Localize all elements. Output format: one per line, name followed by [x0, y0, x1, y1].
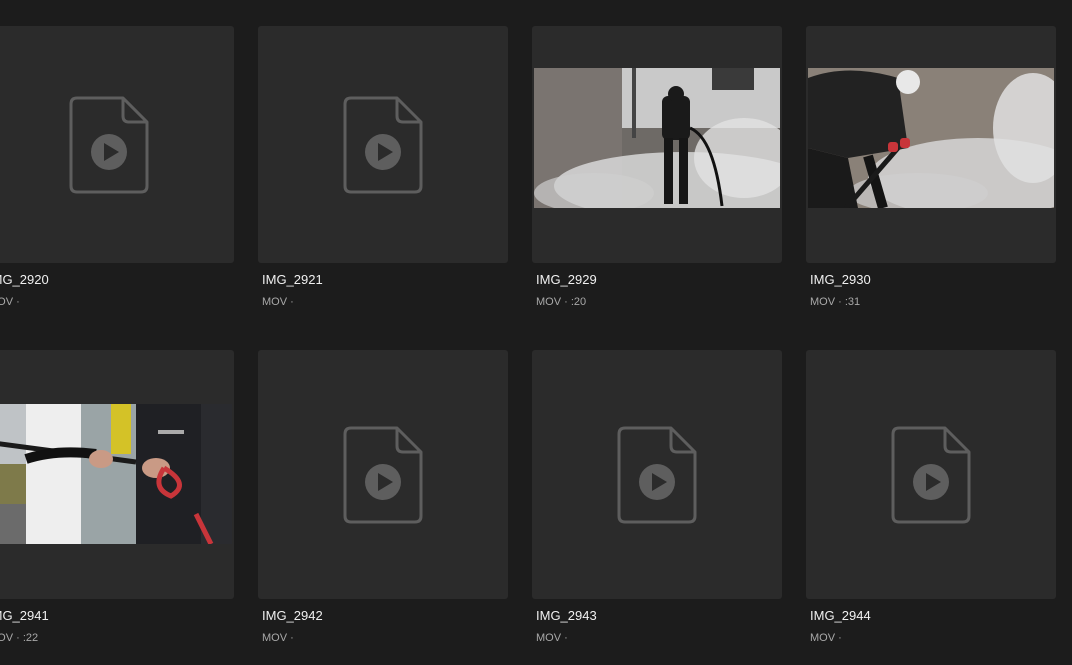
video-frame-image: [0, 404, 232, 544]
file-name: IMG_2943: [536, 608, 597, 623]
file-name: IMG_2921: [262, 272, 323, 287]
file-card[interactable]: IMG_2929 MOV · :20: [532, 26, 782, 308]
file-meta: MOV ·: [262, 296, 294, 308]
file-thumbnail[interactable]: [258, 350, 508, 599]
file-meta: MOV · :20: [536, 296, 587, 308]
file-meta: MOV ·: [810, 632, 842, 644]
file-thumbnail[interactable]: [258, 26, 508, 263]
file-card[interactable]: IMG_2944 MOV ·: [806, 350, 1056, 644]
file-card[interactable]: IMG_2921 MOV ·: [258, 26, 508, 308]
file-name: IMG_2929: [536, 272, 597, 287]
file-thumbnail[interactable]: [806, 350, 1056, 599]
file-card[interactable]: IMG_2942 MOV ·: [258, 350, 508, 644]
video-file-icon: [343, 426, 423, 523]
file-grid: IMG_2920 MOV · IMG_2921 MOV ·: [0, 0, 1072, 665]
file-card[interactable]: IMG_2943 MOV ·: [532, 350, 782, 644]
file-meta: MOV ·: [0, 296, 20, 308]
file-meta: MOV · :31: [810, 296, 861, 308]
video-frame-image: [808, 68, 1054, 208]
file-name: IMG_2941: [0, 608, 49, 623]
file-meta: MOV · :22: [0, 632, 39, 644]
file-card[interactable]: IMG_2920 MOV ·: [0, 26, 234, 308]
video-frame-image: [534, 68, 780, 208]
file-name: IMG_2944: [810, 608, 871, 623]
video-file-icon: [343, 96, 423, 193]
file-thumbnail[interactable]: [806, 26, 1056, 263]
file-thumbnail[interactable]: [532, 350, 782, 599]
file-card[interactable]: IMG_2930 MOV · :31: [806, 26, 1056, 308]
file-meta: MOV ·: [536, 632, 568, 644]
video-file-icon: [69, 96, 149, 193]
file-meta: MOV ·: [262, 632, 294, 644]
file-name: IMG_2920: [0, 272, 49, 287]
file-name: IMG_2942: [262, 608, 323, 623]
file-thumbnail[interactable]: [0, 26, 234, 263]
file-thumbnail[interactable]: [532, 26, 782, 263]
file-card[interactable]: IMG_2941 MOV · :22: [0, 350, 234, 644]
file-name: IMG_2930: [810, 272, 871, 287]
file-thumbnail[interactable]: [0, 350, 234, 599]
video-file-icon: [891, 426, 971, 523]
video-file-icon: [617, 426, 697, 523]
